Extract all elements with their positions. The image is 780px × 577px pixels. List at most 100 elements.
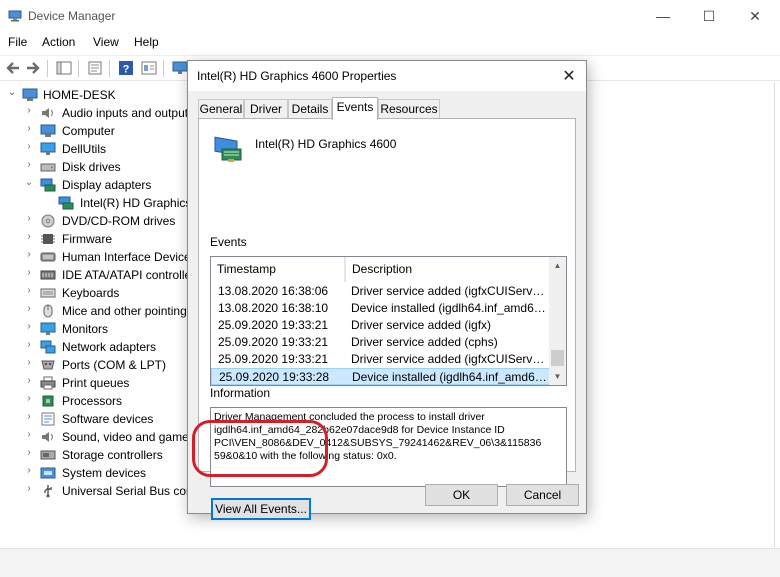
tree-item-label: Human Interface Devices (62, 250, 190, 264)
dialog-close-button[interactable]: ✕ (558, 65, 580, 87)
software-icon (40, 412, 56, 426)
show-hide-icon[interactable] (55, 60, 73, 76)
tree-item-label: Keyboards (62, 286, 120, 300)
window-edge (774, 82, 780, 548)
expand-icon[interactable]: › (23, 123, 35, 137)
tab-resources[interactable]: Resources (378, 99, 440, 119)
forward-icon[interactable] (24, 60, 42, 76)
event-timestamp: 25.09.2020 19:33:21 (218, 335, 329, 349)
status-bar (0, 548, 780, 577)
tree-root-label: HOME-DESK (43, 88, 116, 102)
expand-icon[interactable]: › (23, 267, 35, 281)
expand-icon[interactable]: › (23, 249, 35, 263)
help-icon[interactable]: ? (117, 60, 135, 76)
column-header-description[interactable]: Description (345, 257, 550, 282)
collapse-icon[interactable]: ⌄ (6, 87, 18, 101)
tab-events[interactable]: Events (332, 97, 378, 120)
properties-icon[interactable] (86, 60, 104, 76)
scroll-up-icon[interactable]: ▲ (549, 257, 566, 274)
expand-icon[interactable]: › (23, 393, 35, 407)
close-icon: ✕ (749, 7, 761, 24)
event-timestamp: 25.09.2020 19:33:21 (218, 352, 329, 366)
event-row[interactable]: 25.09.2020 19:33:21 Driver service added … (211, 334, 550, 351)
tree-item-label: Software devices (62, 412, 154, 426)
tree-item-label: Display adapters (62, 178, 152, 192)
event-row[interactable]: 25.09.2020 19:33:21 Driver service added … (211, 317, 550, 334)
event-timestamp: 25.09.2020 19:33:28 (219, 370, 330, 384)
tree-item-label: Intel(R) HD Graphics 4600 (80, 196, 190, 210)
expand-icon[interactable]: › (23, 447, 35, 461)
maximize-button[interactable]: ☐ (686, 0, 732, 32)
firmware-icon (40, 232, 56, 246)
storage-icon (40, 448, 56, 462)
expand-icon[interactable]: › (23, 285, 35, 299)
menu-view[interactable]: View (93, 35, 119, 49)
tree-item-label: Firmware (62, 232, 112, 246)
event-description: Driver service added (igfxCUIService... (351, 352, 546, 366)
expand-icon[interactable]: › (23, 231, 35, 245)
events-scrollbar[interactable]: ▲ ▼ (549, 257, 566, 385)
event-row[interactable]: 13.08.2020 16:38:06 Driver service added … (211, 283, 550, 300)
tree-item-label: Mice and other pointing devices (62, 304, 190, 318)
scroll-down-icon[interactable]: ▼ (549, 368, 566, 385)
event-row[interactable]: 13.08.2020 16:38:10 Device installed (igd… (211, 300, 550, 317)
system-icon (40, 466, 56, 480)
menu-file[interactable]: File (8, 35, 27, 49)
tab-driver[interactable]: Driver (244, 99, 288, 119)
dialog-title-bar: Intel(R) HD Graphics 4600 Properties ✕ (188, 61, 586, 91)
tree-item-label: Sound, video and game controllers (62, 430, 190, 444)
expand-icon[interactable]: › (23, 429, 35, 443)
information-textbox[interactable]: Driver Management concluded the process … (210, 407, 567, 487)
event-row[interactable]: 25.09.2020 19:33:21 Driver service added … (211, 351, 550, 368)
back-icon[interactable] (4, 60, 22, 76)
expand-icon[interactable]: › (23, 321, 35, 335)
events-label: Events (210, 235, 247, 249)
ok-button[interactable]: OK (425, 484, 498, 506)
event-timestamp: 25.09.2020 19:33:21 (218, 318, 329, 332)
tree-item-label: Network adapters (62, 340, 157, 354)
expand-icon[interactable]: › (23, 483, 35, 497)
expand-icon[interactable]: › (23, 411, 35, 425)
tree-item-label: Print queues (62, 376, 130, 390)
tree-item-label: Disk drives (62, 160, 121, 174)
event-description: Device installed (igdlh64.inf_amd64_b... (351, 301, 546, 315)
information-label: Information (210, 386, 271, 400)
properties-dialog: Intel(R) HD Graphics 4600 Properties ✕ G… (187, 60, 587, 520)
expand-icon[interactable]: › (23, 339, 35, 353)
menu-help[interactable]: Help (134, 35, 159, 49)
display-adapter-icon (214, 135, 244, 163)
view-all-events-button[interactable]: View All Events... (211, 498, 311, 520)
monitor-icon (40, 322, 56, 336)
ide-icon (40, 268, 56, 282)
expand-icon[interactable]: › (23, 213, 35, 227)
menu-action[interactable]: Action (42, 35, 75, 49)
cancel-button[interactable]: Cancel (506, 484, 579, 506)
tab-general[interactable]: General (198, 99, 244, 119)
expand-icon[interactable]: › (23, 159, 35, 173)
speaker-icon (40, 106, 56, 120)
minimize-button[interactable]: — (640, 0, 686, 32)
expand-icon[interactable]: › (23, 375, 35, 389)
network-icon (40, 340, 56, 354)
expand-icon[interactable]: › (23, 141, 35, 155)
keyboard-icon (40, 286, 56, 300)
view-icon[interactable] (140, 60, 158, 76)
event-timestamp: 13.08.2020 16:38:06 (218, 284, 329, 298)
tree-item-label: Monitors (62, 322, 109, 336)
tab-details[interactable]: Details (288, 99, 332, 119)
close-window-button[interactable]: ✕ (732, 0, 778, 32)
dialog-title: Intel(R) HD Graphics 4600 Properties (197, 69, 397, 83)
collapse-icon[interactable]: ⌄ (23, 177, 35, 191)
expand-icon[interactable]: › (23, 105, 35, 119)
window-title: Device Manager (28, 9, 116, 23)
expand-icon[interactable]: › (23, 357, 35, 371)
information-scrollbar[interactable] (549, 408, 566, 486)
display-adapter-icon (40, 178, 56, 192)
expand-icon[interactable]: › (23, 465, 35, 479)
events-list[interactable]: Timestamp Description 13.08.2020 16:38:0… (210, 256, 567, 386)
expand-icon[interactable]: › (23, 303, 35, 317)
scroll-thumb[interactable] (551, 350, 564, 366)
tree-item-label: Audio inputs and outputs (62, 106, 190, 120)
event-row[interactable]: 25.09.2020 19:33:28 Device installed (igd… (211, 368, 550, 385)
column-header-timestamp[interactable]: Timestamp (211, 257, 345, 282)
